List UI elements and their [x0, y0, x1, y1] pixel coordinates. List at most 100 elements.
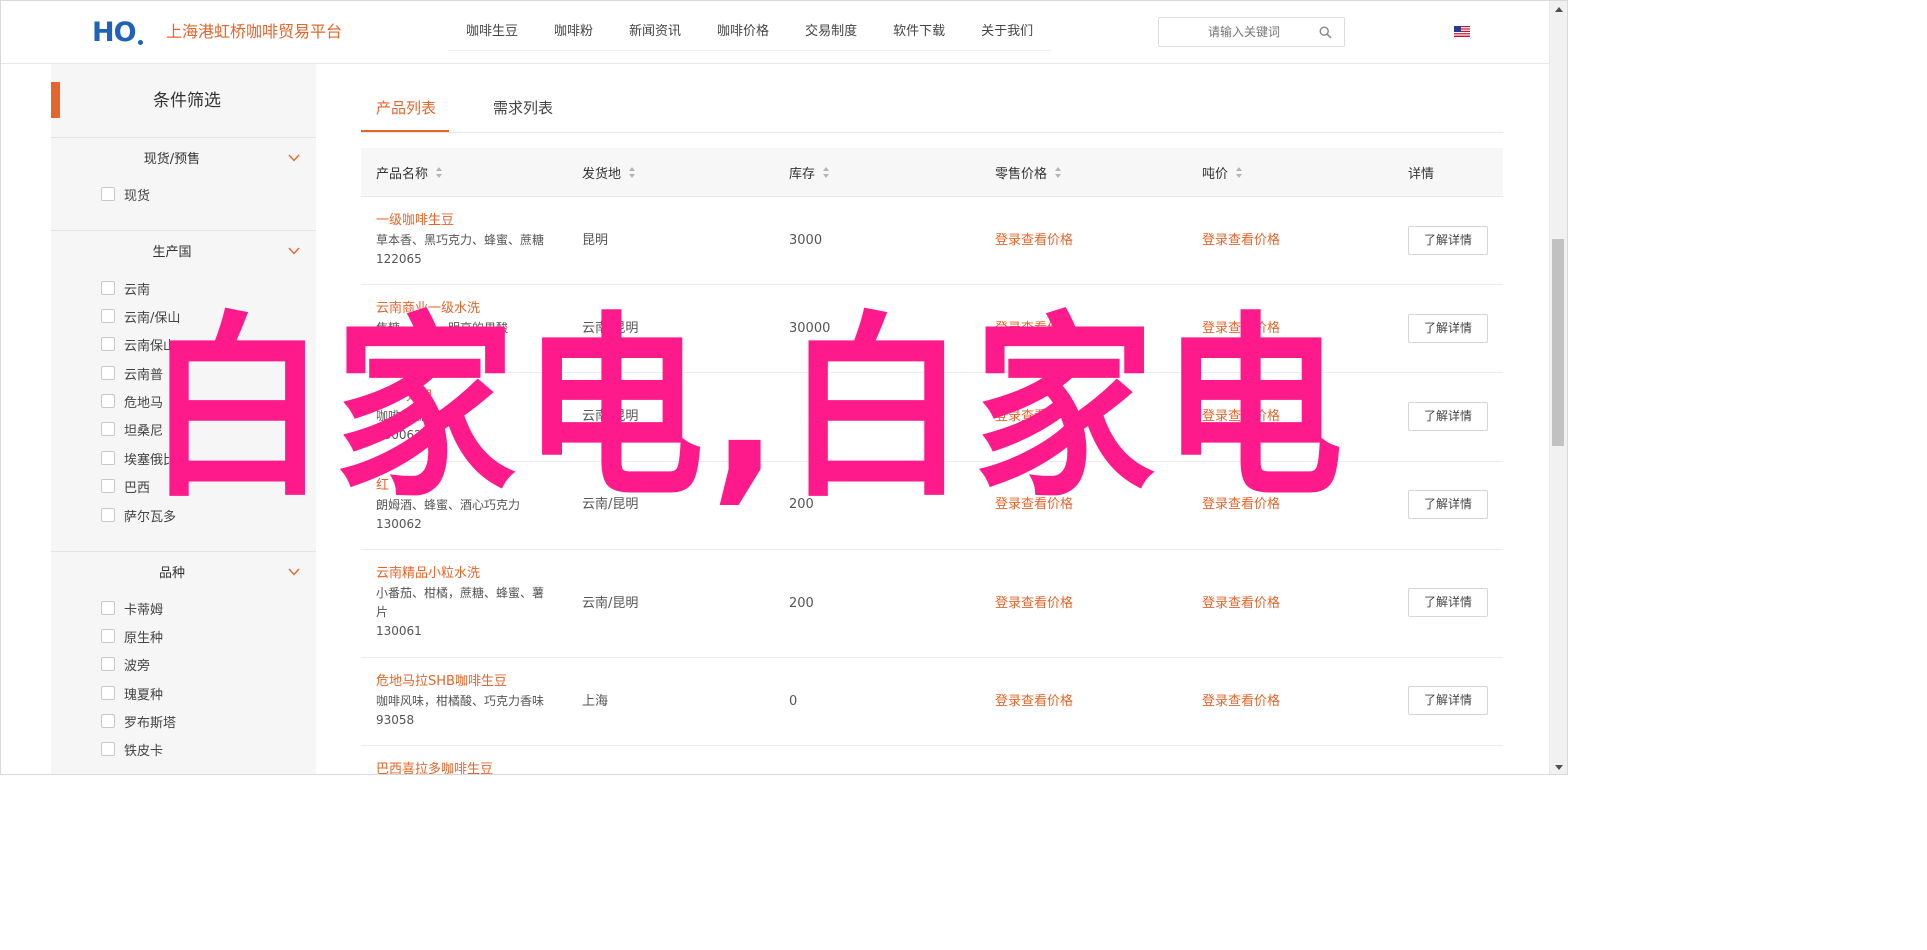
- filter-option[interactable]: 埃塞俄比亚: [101, 448, 189, 468]
- product-name-link[interactable]: 巴西喜拉多咖啡生豆: [376, 760, 551, 774]
- checkbox[interactable]: [101, 394, 115, 408]
- nav-green-beans[interactable]: 咖啡生豆: [448, 1, 536, 51]
- column-header-name[interactable]: 产品名称: [376, 163, 443, 182]
- product-name-link[interactable]: 处理: [376, 387, 551, 407]
- sort-icon[interactable]: [823, 167, 830, 178]
- scroll-down-arrow-icon[interactable]: [1555, 765, 1563, 770]
- product-id: 122065: [376, 252, 422, 266]
- origin-cell: 昆明: [582, 233, 609, 248]
- vertical-scrollbar[interactable]: [1549, 1, 1567, 774]
- filter-option[interactable]: 铁皮卡: [101, 739, 163, 759]
- product-name-link[interactable]: 云南商业一级水洗: [376, 299, 551, 319]
- filter-group-title[interactable]: 生产国: [51, 244, 293, 262]
- product-name-link[interactable]: 一级咖啡生豆: [376, 211, 551, 231]
- checkbox[interactable]: [101, 508, 115, 522]
- ton-price-login-link[interactable]: 登录查看价格: [1202, 496, 1280, 514]
- sort-icon[interactable]: [1055, 167, 1062, 178]
- details-button[interactable]: 了解详情: [1408, 686, 1488, 715]
- chevron-down-icon[interactable]: [287, 565, 301, 579]
- filter-option[interactable]: 危地马: [101, 391, 163, 411]
- column-header-origin[interactable]: 发货地: [582, 163, 636, 182]
- details-button[interactable]: 了解详情: [1408, 588, 1488, 617]
- nav-coffee-powder[interactable]: 咖啡粉: [536, 1, 611, 51]
- product-flavor: 草本香、黑巧克力、蜂蜜、蔗糖: [376, 233, 545, 247]
- active-tab-indicator: [361, 130, 449, 132]
- checkbox[interactable]: [101, 629, 115, 643]
- column-header-stock[interactable]: 库存: [789, 163, 830, 182]
- filter-option[interactable]: 云南: [101, 278, 150, 298]
- column-header-ton-price[interactable]: 吨价: [1202, 163, 1243, 182]
- retail-price-login-link[interactable]: 登录查看价格: [995, 320, 1073, 338]
- product-name-link[interactable]: 红: [376, 476, 551, 496]
- filter-option[interactable]: 罗布斯塔: [101, 711, 176, 731]
- scroll-up-arrow-icon[interactable]: [1555, 7, 1563, 12]
- filter-option[interactable]: 萨尔瓦多: [101, 505, 176, 525]
- us-flag-icon[interactable]: [1454, 26, 1470, 37]
- retail-price-login-link[interactable]: 登录查看价格: [995, 232, 1073, 250]
- nav-software-download[interactable]: 软件下载: [875, 1, 963, 51]
- checkbox[interactable]: [101, 187, 115, 201]
- origin-cell: 云南/昆明: [582, 596, 639, 611]
- retail-price-login-link[interactable]: 登录查看价格: [995, 496, 1073, 514]
- ton-price-login-link[interactable]: 登录查看价格: [1202, 232, 1280, 250]
- sort-icon[interactable]: [1236, 167, 1243, 178]
- filter-option[interactable]: 波旁: [101, 654, 150, 674]
- details-button[interactable]: 了解详情: [1408, 226, 1488, 255]
- checkbox[interactable]: [101, 337, 115, 351]
- product-name-link[interactable]: 云南精品小粒水洗: [376, 564, 551, 584]
- nav-about-us[interactable]: 关于我们: [963, 1, 1051, 51]
- details-button[interactable]: 了解详情: [1408, 314, 1488, 343]
- retail-price-login-link[interactable]: 登录查看价格: [995, 595, 1073, 613]
- search-icon[interactable]: [1319, 26, 1332, 39]
- site-logo[interactable]: HO: [92, 17, 143, 48]
- filter-option[interactable]: 原生种: [101, 626, 163, 646]
- checkbox[interactable]: [101, 366, 115, 380]
- tab-demand-list[interactable]: 需求列表: [493, 97, 553, 119]
- brand-name[interactable]: 上海港虹桥咖啡贸易平台: [166, 21, 342, 43]
- logo-letter: H: [92, 17, 115, 48]
- checkbox[interactable]: [101, 657, 115, 671]
- retail-price-login-link[interactable]: 登录查看价格: [995, 693, 1073, 711]
- checkbox[interactable]: [101, 742, 115, 756]
- scroll-thumb[interactable]: [1552, 239, 1564, 446]
- product-flavor: 小番茄、柑橘，蔗糖、蜂蜜、薯片: [376, 586, 545, 619]
- checkbox[interactable]: [101, 601, 115, 615]
- tab-product-list[interactable]: 产品列表: [376, 97, 436, 119]
- checkbox[interactable]: [101, 422, 115, 436]
- filter-option[interactable]: 云南/保山: [101, 306, 180, 326]
- retail-price-login-link[interactable]: 登录查看价格: [995, 408, 1073, 426]
- details-button[interactable]: 了解详情: [1408, 402, 1488, 431]
- ton-price-login-link[interactable]: 登录查看价格: [1202, 693, 1280, 711]
- filter-group-title[interactable]: 品种: [51, 565, 293, 583]
- details-button[interactable]: 了解详情: [1408, 490, 1488, 519]
- sort-icon[interactable]: [436, 167, 443, 178]
- nav-trading-rules[interactable]: 交易制度: [787, 1, 875, 51]
- ton-price-login-link[interactable]: 登录查看价格: [1202, 320, 1280, 338]
- checkbox[interactable]: [101, 686, 115, 700]
- nav-news[interactable]: 新闻资讯: [611, 1, 699, 51]
- ton-price-login-link[interactable]: 登录查看价格: [1202, 408, 1280, 426]
- chevron-down-icon[interactable]: [287, 151, 301, 165]
- chevron-down-icon[interactable]: [287, 244, 301, 258]
- filter-option[interactable]: 云南普: [101, 363, 163, 383]
- filter-option[interactable]: 坦桑尼: [101, 419, 163, 439]
- product-name-link[interactable]: 危地马拉SHB咖啡生豆: [376, 672, 551, 692]
- origin-cell: 云南/昆明: [582, 321, 639, 336]
- sort-icon[interactable]: [629, 167, 636, 178]
- filter-option-spot[interactable]: 现货: [101, 184, 150, 204]
- checkbox[interactable]: [101, 309, 115, 323]
- filter-option[interactable]: 瑰夏种: [101, 683, 163, 703]
- checkbox[interactable]: [101, 479, 115, 493]
- checkbox[interactable]: [101, 281, 115, 295]
- column-header-retail-price[interactable]: 零售价格: [995, 163, 1062, 182]
- nav-prices[interactable]: 咖啡价格: [699, 1, 787, 51]
- filter-option[interactable]: 云南保山: [101, 334, 176, 354]
- checkbox[interactable]: [101, 714, 115, 728]
- checkbox[interactable]: [101, 451, 115, 465]
- ton-price-login-link[interactable]: 登录查看价格: [1202, 595, 1280, 613]
- product-id: 130061: [376, 624, 422, 638]
- filter-option[interactable]: 卡蒂姆: [101, 598, 163, 618]
- filter-group-title[interactable]: 现货/预售: [51, 151, 293, 169]
- filter-option[interactable]: 巴西: [101, 476, 150, 496]
- search-input[interactable]: [1160, 19, 1310, 45]
